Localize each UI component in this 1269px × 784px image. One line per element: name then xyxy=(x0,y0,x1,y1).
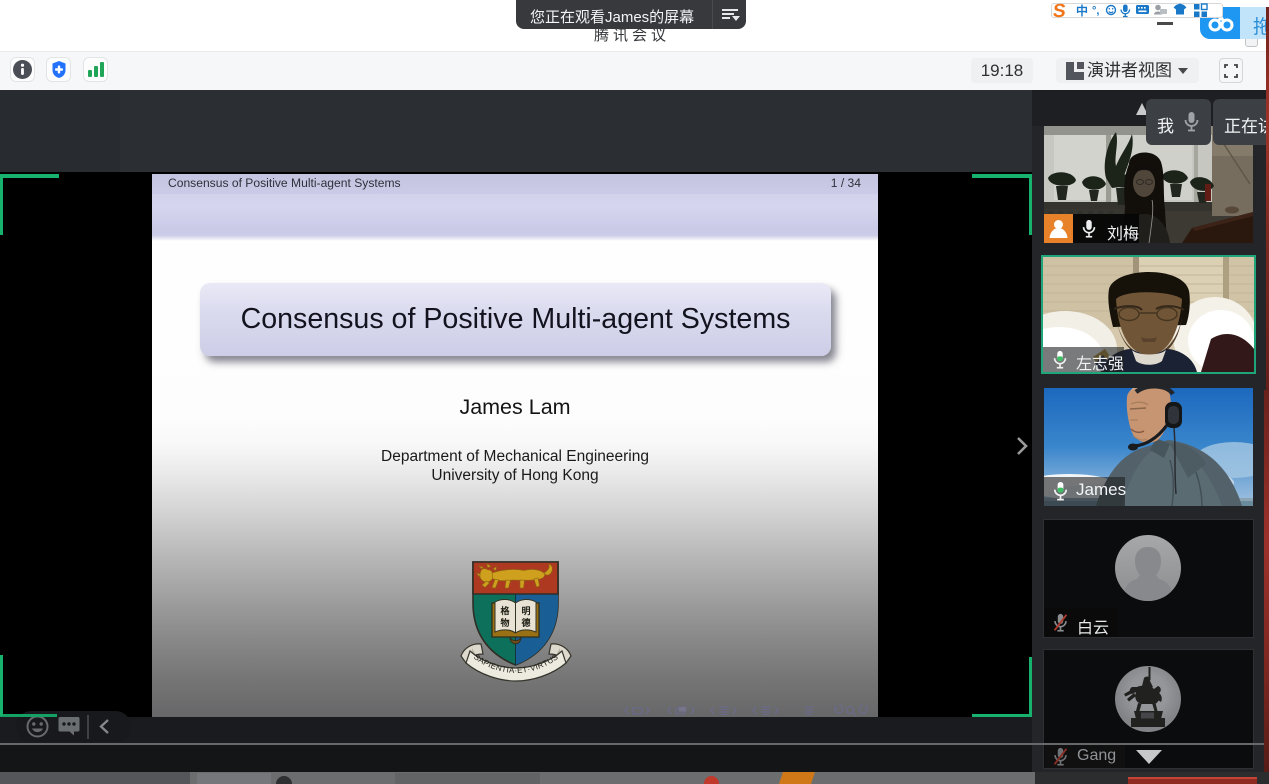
svg-text:中: 中 xyxy=(1076,3,1088,18)
svg-text:S: S xyxy=(1052,1,1067,21)
svg-text:格: 格 xyxy=(500,605,510,616)
svg-text:明: 明 xyxy=(521,606,530,616)
svg-text:°,: °, xyxy=(1092,5,1099,17)
svg-text:物: 物 xyxy=(500,617,509,628)
svg-text:德: 德 xyxy=(521,617,530,628)
